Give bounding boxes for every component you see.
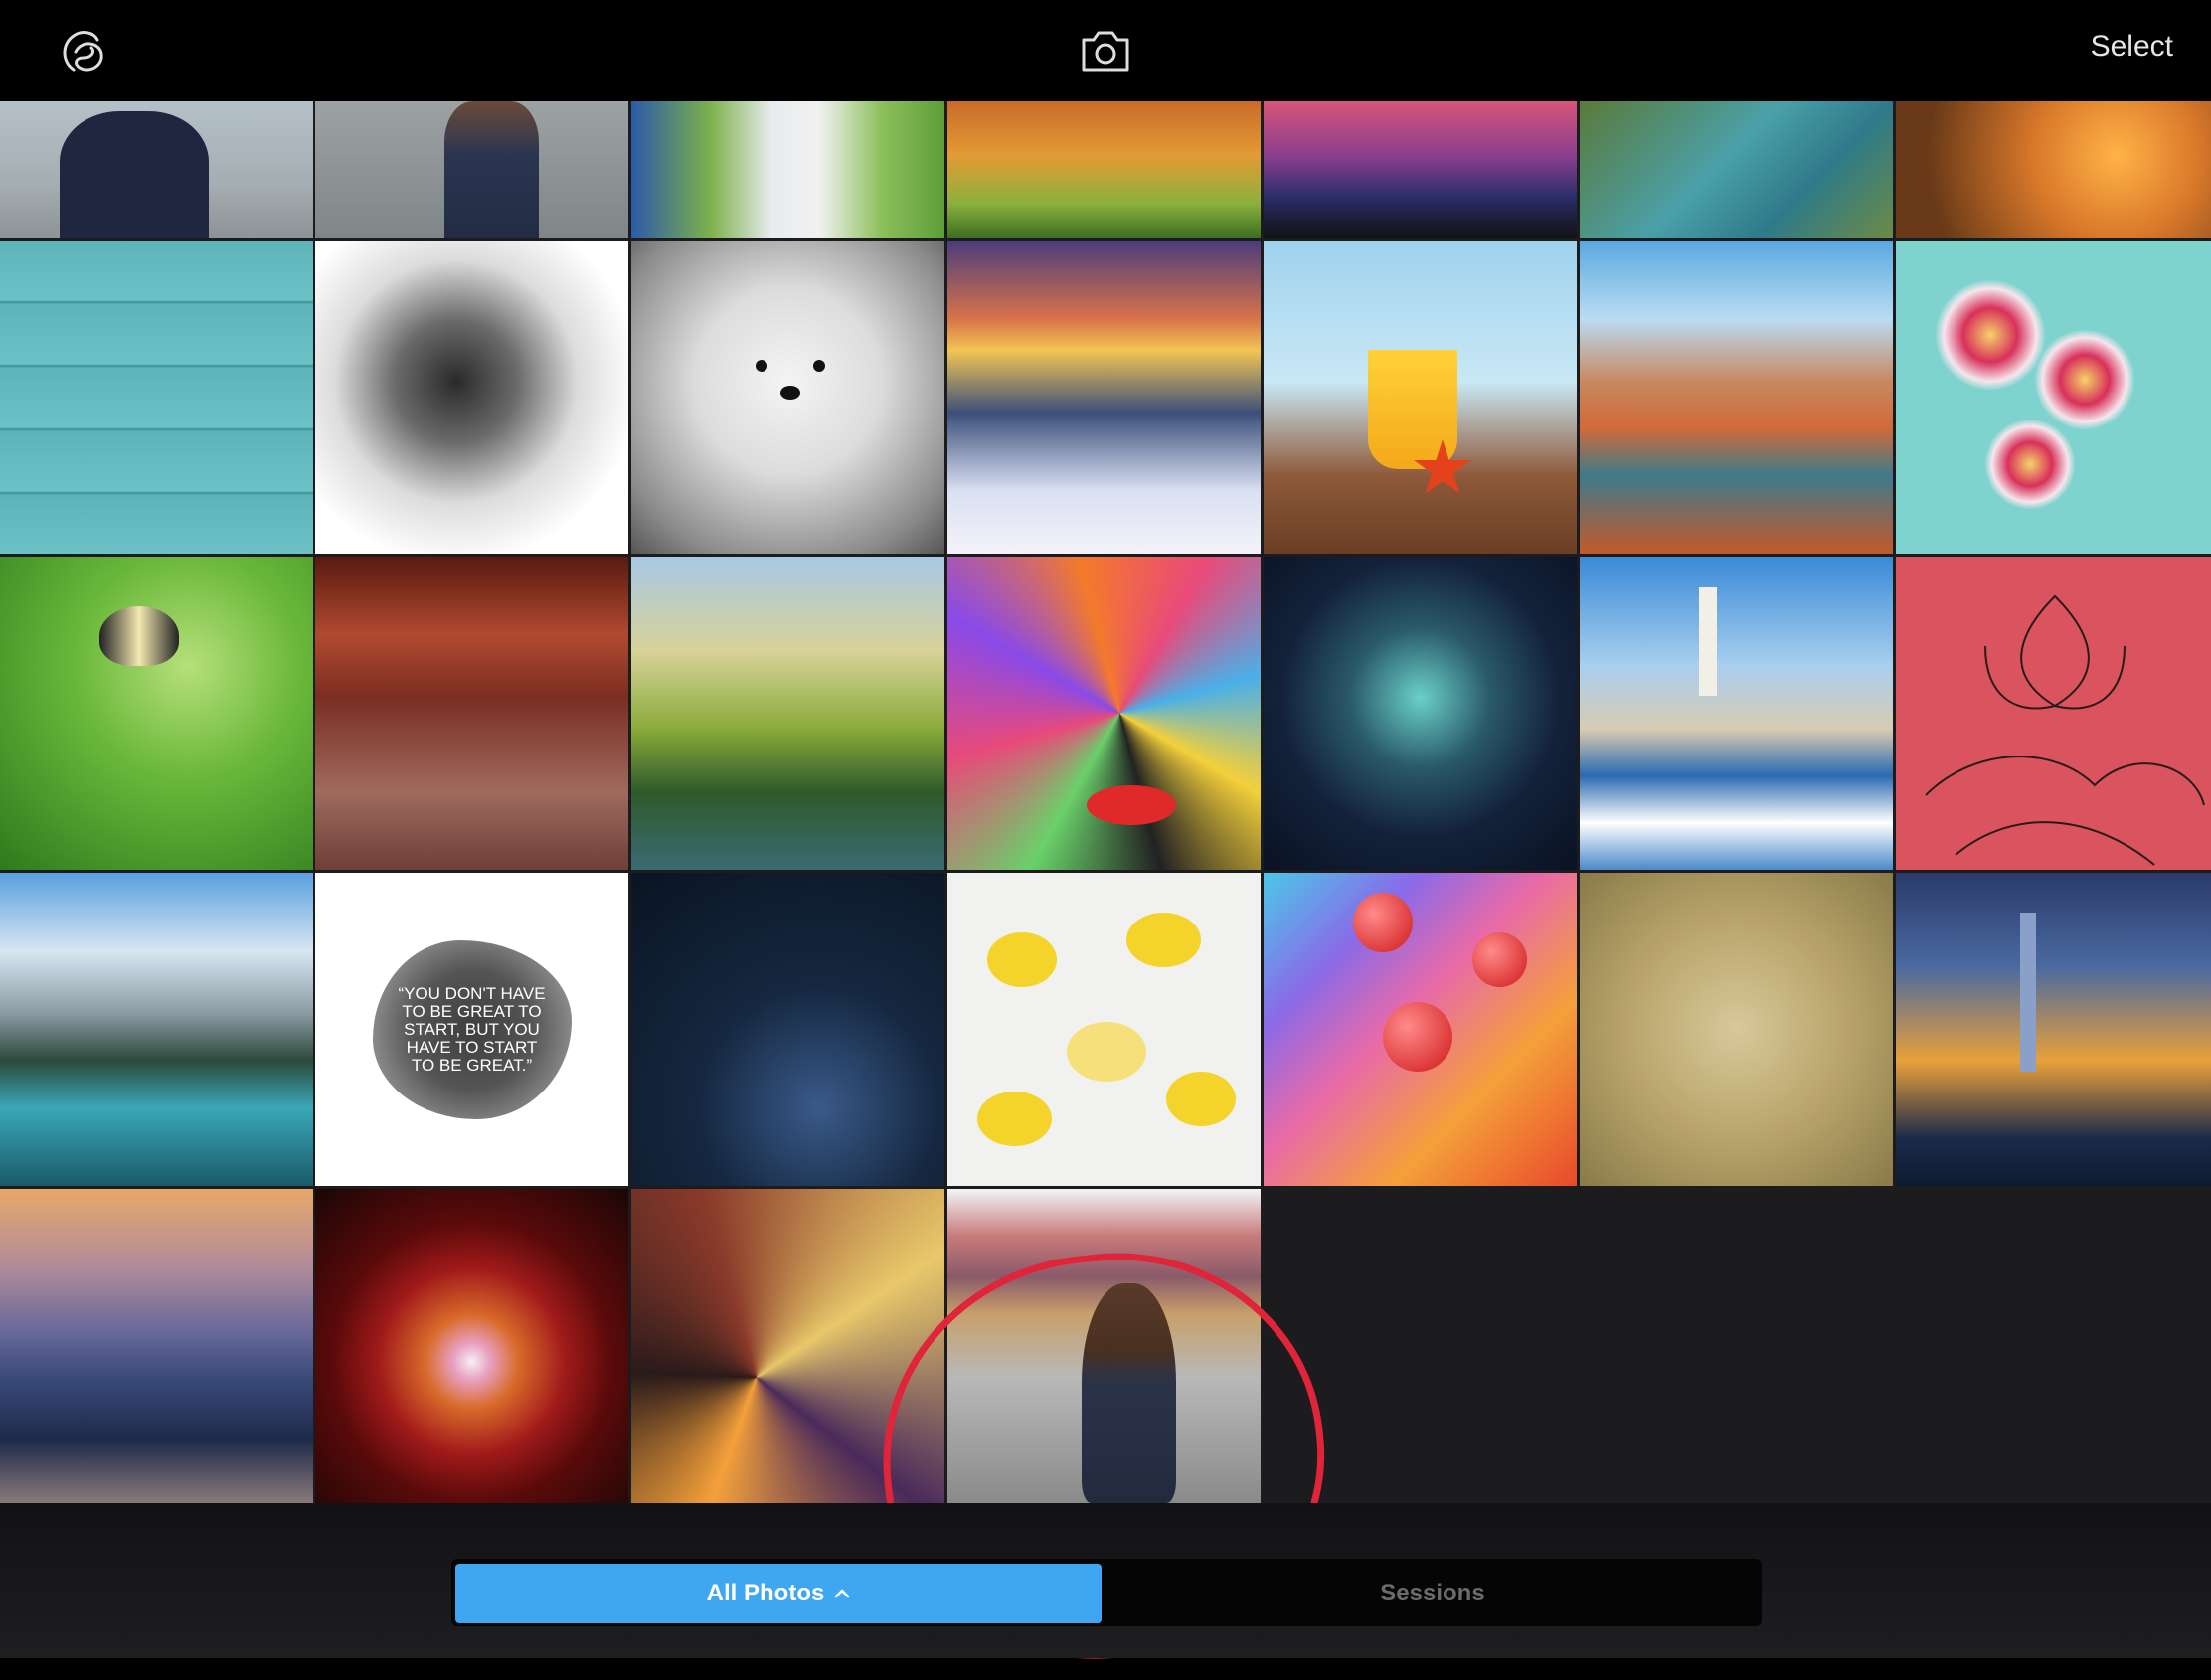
- dog-eyes: [756, 360, 825, 400]
- photo-grid: “YOU DON'T HAVE TO BE GREAT TO START, BU…: [0, 101, 2211, 1680]
- photo-tile[interactable]: [947, 1189, 1261, 1503]
- camera-icon[interactable]: [1078, 26, 1133, 76]
- tab-all-photos-label: All Photos: [706, 1580, 825, 1606]
- butterfly: [99, 606, 179, 666]
- app-logo-icon[interactable]: [56, 24, 111, 80]
- photo-tile[interactable]: [0, 1189, 313, 1503]
- photo-tile[interactable]: [1580, 873, 1893, 1186]
- photo-tile[interactable]: [947, 101, 1261, 238]
- photo-tile[interactable]: [947, 557, 1261, 870]
- photo-tile[interactable]: [315, 1189, 628, 1503]
- photo-tile[interactable]: [1264, 873, 1577, 1186]
- flower: [1936, 280, 2045, 390]
- photo-tile[interactable]: [631, 241, 944, 554]
- lemon: [1126, 913, 1201, 967]
- photo-tile[interactable]: [1896, 557, 2211, 870]
- ink-blot: “YOU DON'T HAVE TO BE GREAT TO START, BU…: [372, 939, 572, 1119]
- photo-tile[interactable]: [1264, 557, 1577, 870]
- red-bubble: [1383, 1002, 1452, 1072]
- person-silhouette: [1082, 1283, 1176, 1503]
- tab-sessions[interactable]: Sessions: [1107, 1564, 1758, 1623]
- photo-tile[interactable]: [631, 101, 944, 238]
- painted-lips: [1087, 785, 1176, 825]
- photo-tile[interactable]: [1264, 101, 1577, 238]
- photo-tile[interactable]: [0, 241, 313, 554]
- photo-tile[interactable]: “YOU DON'T HAVE TO BE GREAT TO START, BU…: [315, 873, 628, 1186]
- red-bubble: [1472, 932, 1527, 987]
- person-silhouette: [60, 111, 209, 238]
- person-silhouette: [444, 101, 539, 238]
- lemon: [1166, 1072, 1236, 1126]
- lotus-drawing: [1925, 594, 2205, 866]
- photo-tile[interactable]: [0, 557, 313, 870]
- tab-sessions-label: Sessions: [1380, 1580, 1485, 1606]
- photo-tile[interactable]: [947, 241, 1261, 554]
- photo-tile[interactable]: [315, 101, 628, 238]
- photo-tile[interactable]: [1896, 241, 2211, 554]
- photo-tile[interactable]: [631, 1189, 944, 1503]
- lemon: [1067, 1022, 1146, 1082]
- top-bar: Select: [0, 0, 2211, 101]
- red-bubble: [1353, 893, 1413, 952]
- tab-all-photos[interactable]: All Photos: [455, 1564, 1102, 1623]
- lighthouse: [1699, 587, 1717, 696]
- photo-tile[interactable]: [315, 557, 628, 870]
- photo-tile[interactable]: [315, 241, 628, 554]
- photo-tile[interactable]: [1580, 241, 1893, 554]
- photo-tile[interactable]: [947, 873, 1261, 1186]
- photo-tile[interactable]: [1580, 557, 1893, 870]
- photo-tile[interactable]: [0, 873, 313, 1186]
- quote-text: “YOU DON'T HAVE TO BE GREAT TO START, BU…: [398, 983, 546, 1075]
- select-button[interactable]: Select: [2091, 30, 2173, 64]
- photo-tile[interactable]: [0, 101, 313, 238]
- photo-tile[interactable]: [1896, 101, 2211, 238]
- skyscraper: [2020, 913, 2036, 1072]
- photo-tile[interactable]: [631, 557, 944, 870]
- lemon: [977, 1092, 1052, 1146]
- photo-tile[interactable]: [1580, 101, 1893, 238]
- flower: [2035, 330, 2134, 429]
- flower: [1985, 420, 2075, 509]
- chevron-up-icon: [835, 1589, 850, 1598]
- photo-tile[interactable]: [1264, 241, 1577, 554]
- photo-tile[interactable]: [631, 873, 944, 1186]
- quote-card: “YOU DON'T HAVE TO BE GREAT TO START, BU…: [315, 873, 628, 1186]
- lemon: [987, 932, 1057, 987]
- photo-tile[interactable]: [1896, 873, 2211, 1186]
